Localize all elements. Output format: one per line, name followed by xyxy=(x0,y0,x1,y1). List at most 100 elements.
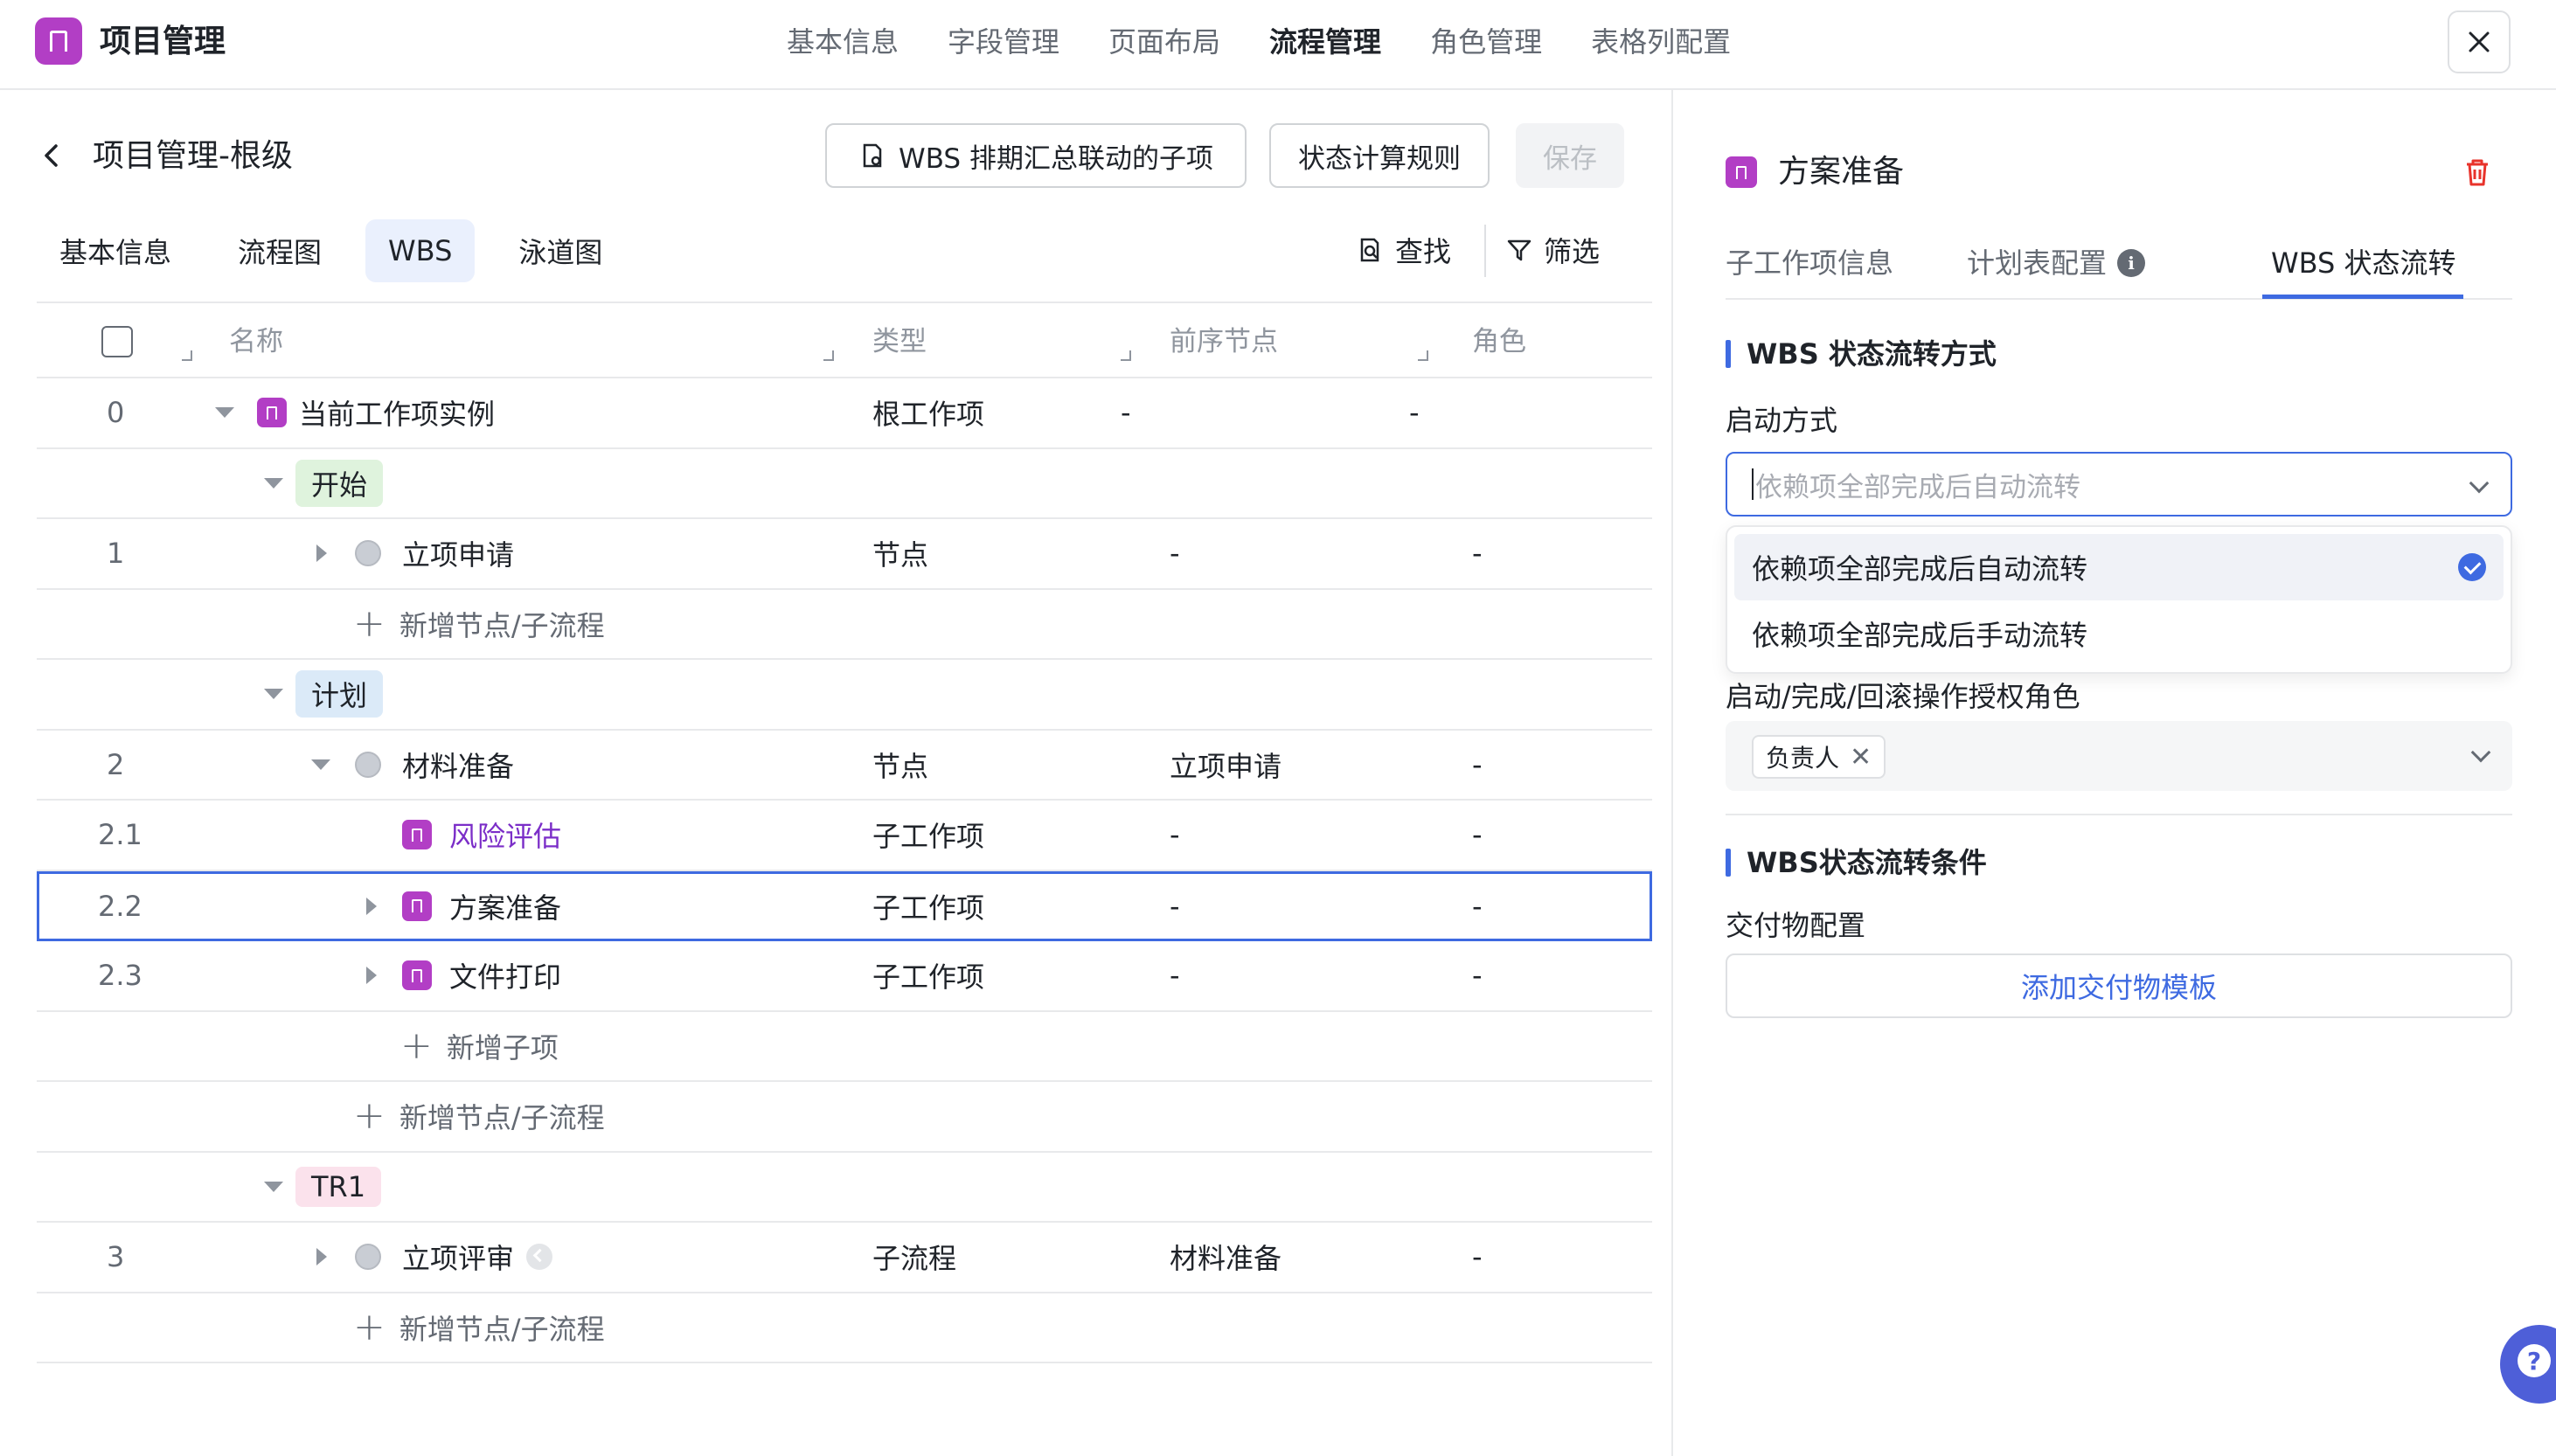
row-index: 1 xyxy=(107,537,125,571)
remove-chip-icon[interactable]: ✕ xyxy=(1850,742,1872,773)
status-rule-button[interactable]: 状态计算规则 xyxy=(1269,123,1490,188)
tab-flowchart[interactable]: 流程图 xyxy=(215,219,344,282)
column-resizer[interactable] xyxy=(1418,350,1428,361)
add-subitem-label: 新增子项 xyxy=(446,1030,559,1064)
option-manual-flow[interactable]: 依赖项全部完成后手动流转 xyxy=(1734,600,2504,667)
start-mode-label: 启动方式 xyxy=(1726,404,1838,437)
nav-role-management[interactable]: 角色管理 xyxy=(1430,21,1542,63)
option-auto-flow[interactable]: 依赖项全部完成后自动流转 xyxy=(1734,534,2504,600)
column-resizer[interactable] xyxy=(823,350,834,361)
question-icon: ? xyxy=(2518,1344,2551,1377)
column-resizer[interactable] xyxy=(1121,350,1131,361)
back-arrow-icon[interactable] xyxy=(37,141,66,170)
row-name[interactable]: 当前工作项实例 xyxy=(299,378,495,447)
tab-plan-config[interactable]: 计划表配置 i xyxy=(1967,242,2146,284)
row-predecessor: - xyxy=(1170,818,1180,852)
row-predecessor: - xyxy=(1170,959,1180,993)
table-row[interactable]: 2.3 文件打印 子工作项 - - xyxy=(37,941,1652,1012)
workitem-icon xyxy=(402,820,432,850)
nav-table-column-config[interactable]: 表格列配置 xyxy=(1591,21,1731,63)
collapse-caret-icon[interactable] xyxy=(264,477,283,489)
row-name[interactable]: 材料准备 xyxy=(402,731,514,800)
tab-wbs[interactable]: WBS xyxy=(365,219,476,282)
row-index: 0 xyxy=(107,396,125,430)
table-row[interactable]: 2 材料准备 节点 立项申请 - xyxy=(37,731,1652,801)
add-subitem-row[interactable]: + 新增子项 xyxy=(37,1012,1652,1082)
section-divider xyxy=(1726,814,2512,815)
nav-basic-info[interactable]: 基本信息 xyxy=(787,21,899,63)
add-deliverable-template-button[interactable]: 添加交付物模板 xyxy=(1726,953,2512,1018)
column-name: 名称 xyxy=(229,326,283,357)
plus-icon: + xyxy=(353,1093,385,1139)
select-all-checkbox[interactable] xyxy=(101,326,133,357)
tab-subitem-info[interactable]: 子工作项信息 xyxy=(1726,242,1893,284)
nav-field-management[interactable]: 字段管理 xyxy=(948,21,1059,63)
row-role: - xyxy=(1472,537,1483,571)
collapse-caret-icon[interactable] xyxy=(311,759,330,770)
find-button[interactable]: 查找 xyxy=(1357,230,1451,270)
table-row[interactable]: 0 当前工作项实例 根工作项 - - xyxy=(37,378,1652,449)
add-node-label: 新增节点/子流程 xyxy=(399,1101,605,1135)
table-row[interactable]: 2.1 风险评估 子工作项 - - xyxy=(37,801,1652,871)
row-type: 节点 xyxy=(872,749,929,783)
nav-process-management[interactable]: 流程管理 xyxy=(1269,21,1381,63)
role-select[interactable]: 负责人 ✕ xyxy=(1726,721,2512,791)
row-predecessor: - xyxy=(1170,537,1180,571)
table-row[interactable]: 3 立项评审 子流程 材料准备 - xyxy=(37,1223,1652,1293)
add-node-label: 新增节点/子流程 xyxy=(399,1312,605,1346)
find-icon xyxy=(1360,238,1379,262)
column-type: 类型 xyxy=(872,326,927,357)
table-row[interactable]: 1 立项申请 节点 - - xyxy=(37,519,1652,590)
add-node-label: 新增节点/子流程 xyxy=(399,608,605,642)
chevron-down-icon xyxy=(2469,473,2490,494)
tab-wbs-status-flow[interactable]: WBS 状态流转 xyxy=(2271,242,2456,284)
wbs-linked-subitems-button[interactable]: WBS 排期汇总联动的子项 xyxy=(825,123,1247,188)
save-button[interactable]: 保存 xyxy=(1516,123,1624,188)
option-label: 依赖项全部完成后自动流转 xyxy=(1752,552,2088,586)
text-cursor xyxy=(1752,468,1754,500)
filter-icon xyxy=(1507,239,1532,261)
column-predecessor: 前序节点 xyxy=(1170,326,1278,357)
stage-row: TR1 xyxy=(37,1153,1652,1223)
expand-caret-icon[interactable] xyxy=(366,967,377,985)
role-chip: 负责人 ✕ xyxy=(1752,735,1886,779)
collapse-caret-icon[interactable] xyxy=(264,689,283,700)
filter-button[interactable]: 筛选 xyxy=(1505,230,1600,270)
row-predecessor: 材料准备 xyxy=(1170,1242,1282,1276)
nav-page-layout[interactable]: 页面布局 xyxy=(1108,21,1220,63)
collapse-caret-icon[interactable] xyxy=(264,1181,283,1192)
row-role: - xyxy=(1409,396,1420,430)
deliverable-label: 交付物配置 xyxy=(1726,909,1866,942)
add-node-row[interactable]: + 新增节点/子流程 xyxy=(37,1082,1652,1153)
row-name[interactable]: 风险评估 xyxy=(449,801,561,870)
start-mode-select[interactable]: 依赖项全部完成后自动流转 xyxy=(1726,452,2512,517)
section-title-flow-mode: WBS 状态流转方式 xyxy=(1726,335,1997,373)
check-icon xyxy=(2458,553,2486,581)
row-type: 子流程 xyxy=(872,1242,957,1276)
collapse-caret-icon[interactable] xyxy=(215,407,234,419)
add-node-row[interactable]: + 新增节点/子流程 xyxy=(37,590,1652,660)
column-resizer[interactable] xyxy=(182,350,192,361)
tab-swimlane[interactable]: 泳道图 xyxy=(496,219,625,282)
row-name[interactable]: 立项申请 xyxy=(402,519,514,588)
row-name[interactable]: 方案准备 xyxy=(449,874,561,939)
row-index: 2.2 xyxy=(98,889,142,923)
expand-caret-icon[interactable] xyxy=(366,897,377,915)
row-name[interactable]: 立项评审 xyxy=(402,1237,514,1277)
detail-panel: 方案准备 子工作项信息 计划表配置 i WBS 状态流转 WBS 状态流转方式 启… xyxy=(1673,90,2556,1456)
stage-tag: TR1 xyxy=(295,1166,382,1207)
tab-basic-info[interactable]: 基本信息 xyxy=(37,219,194,282)
subprocess-icon xyxy=(526,1244,553,1271)
option-label: 依赖项全部完成后手动流转 xyxy=(1752,619,2088,652)
row-name[interactable]: 文件打印 xyxy=(449,941,561,1010)
close-button[interactable] xyxy=(2448,10,2511,73)
delete-icon[interactable] xyxy=(2460,155,2495,190)
row-role: - xyxy=(1472,959,1483,993)
expand-caret-icon[interactable] xyxy=(316,1248,327,1266)
expand-caret-icon[interactable] xyxy=(316,544,327,563)
toolbar-divider xyxy=(1484,225,1486,277)
add-node-row[interactable]: + 新增节点/子流程 xyxy=(37,1293,1652,1363)
row-index: 2.1 xyxy=(98,818,142,852)
table-row-selected[interactable]: 2.2 方案准备 子工作项 - - xyxy=(37,870,1652,941)
row-role: - xyxy=(1472,747,1483,781)
